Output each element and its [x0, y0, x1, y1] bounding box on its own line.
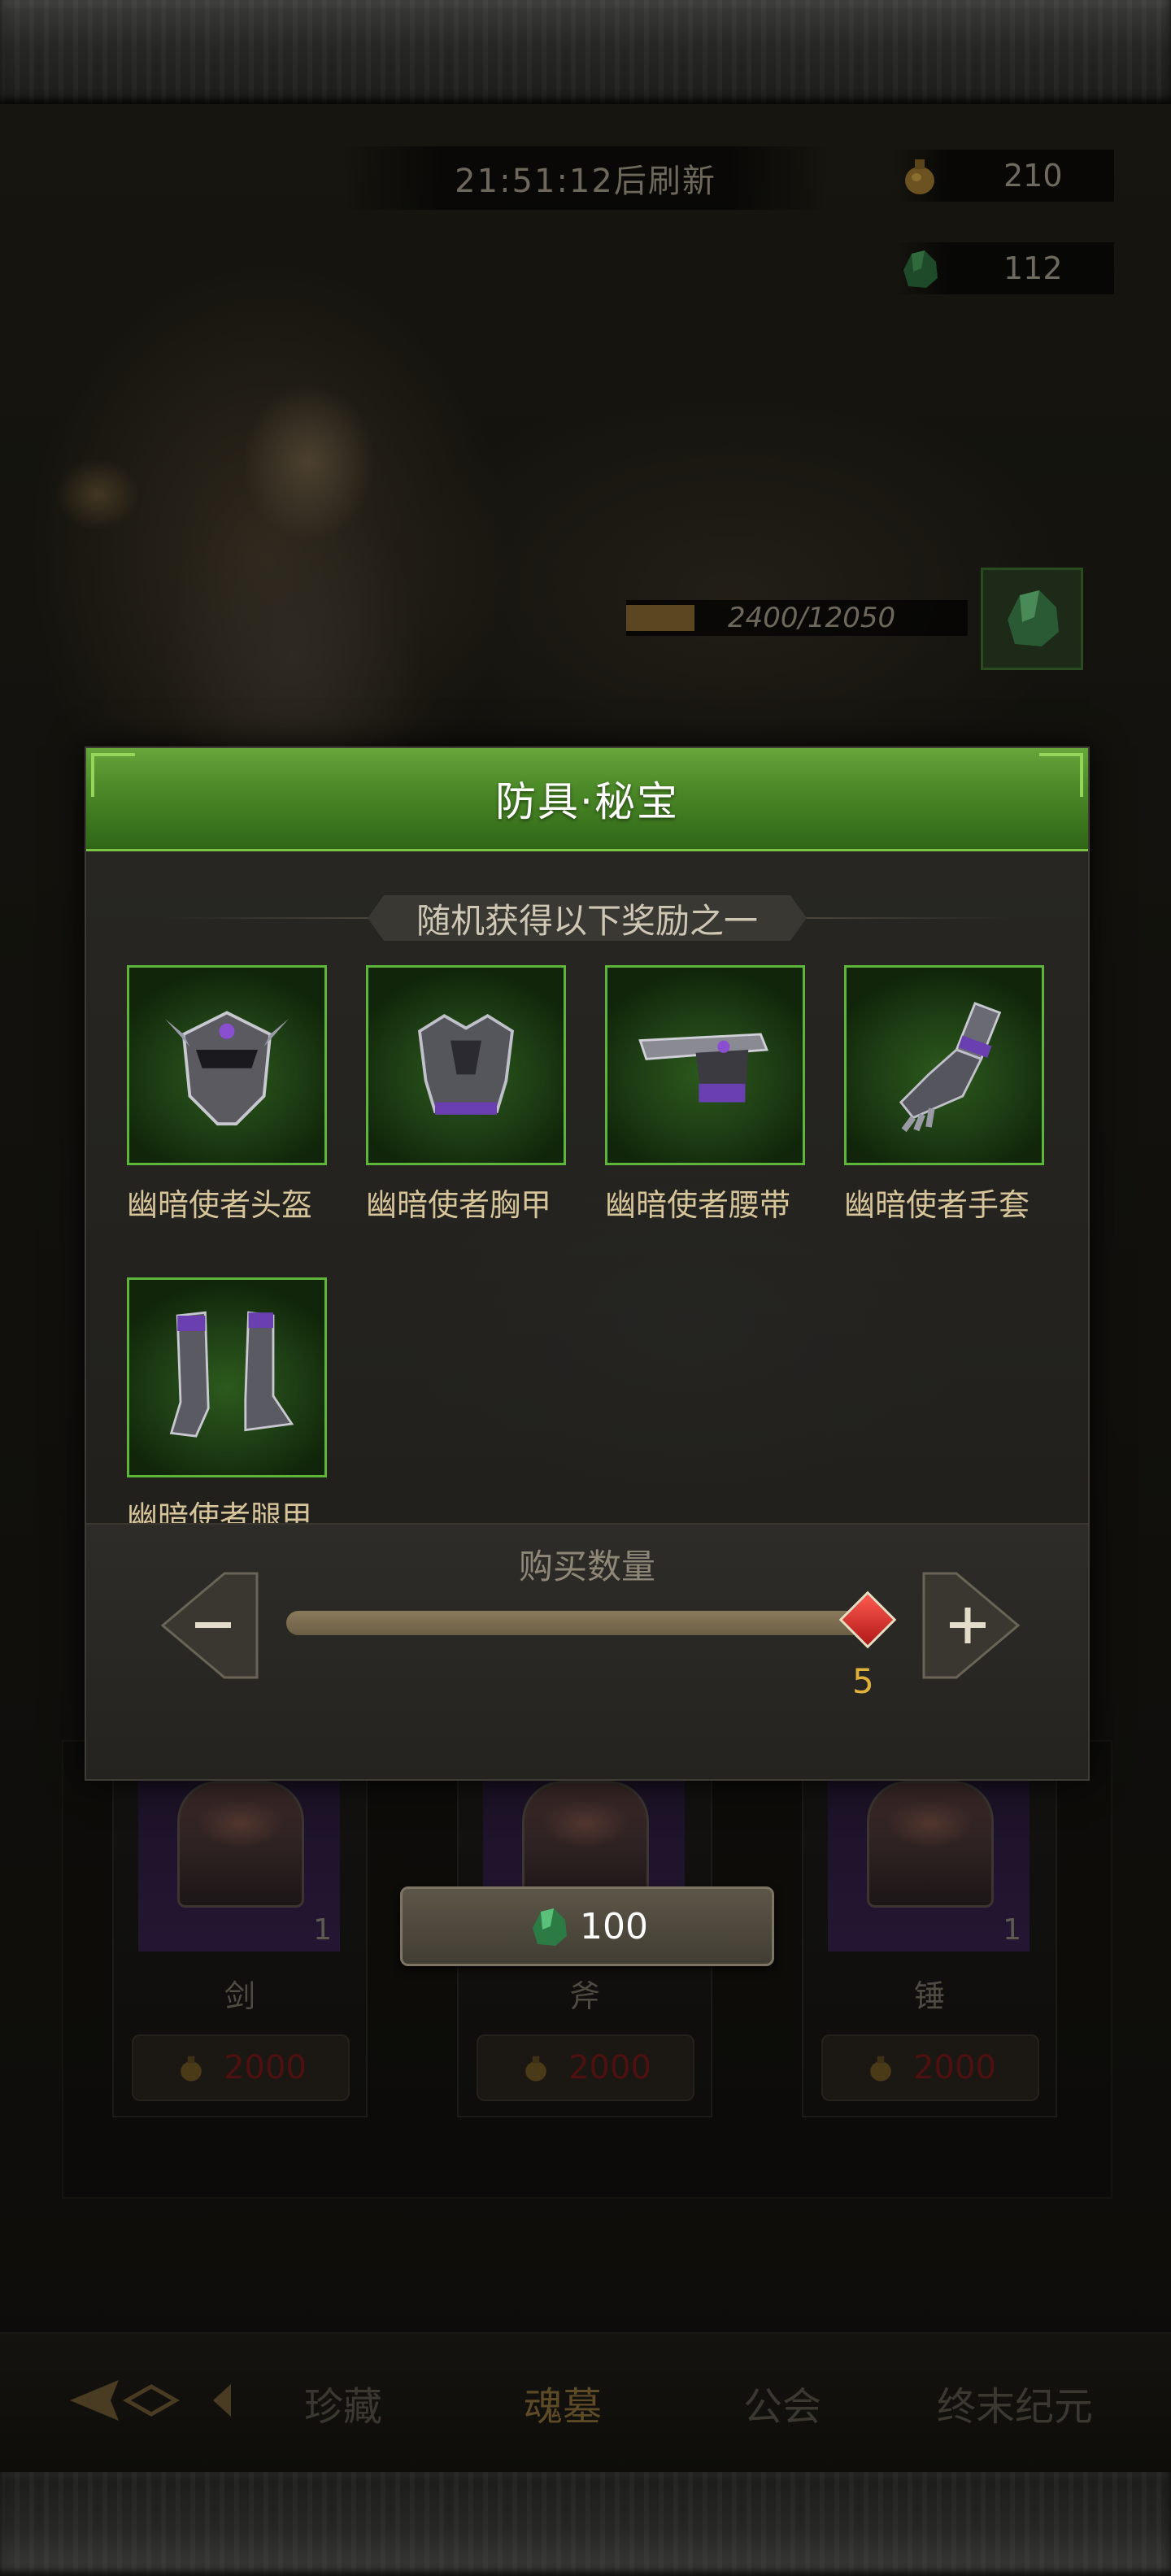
dialog-body: 随机获得以下奖励之一 幽暗使者头盔 幽暗使者胸甲 幽暗使者腰带 幽暗使者手套 幽…: [86, 851, 1088, 1535]
reward-tile: [844, 965, 1044, 1165]
green-crystal-icon: [895, 243, 945, 294]
buy-cost-value: 100: [580, 1905, 648, 1947]
reward-label: 幽暗使者胸甲: [366, 1187, 552, 1223]
buy-button[interactable]: 100: [400, 1886, 774, 1966]
shop-card-hammer[interactable]: 1 锤 2000: [802, 1756, 1057, 2117]
gold-flask-icon: [870, 2056, 891, 2082]
reward-dialog: 防具·秘宝 随机获得以下奖励之一 幽暗使者头盔 幽暗使者胸甲 幽暗使者腰带 幽暗…: [85, 746, 1090, 1781]
corner-ornament: [1039, 753, 1083, 797]
reward-item-helmet[interactable]: 幽暗使者头盔: [127, 965, 327, 1225]
green-crystal-icon: [998, 583, 1066, 655]
tab-soul-tomb[interactable]: 魂墓: [524, 2374, 602, 2431]
minus-icon: [160, 1572, 259, 1679]
dialog-header: 防具·秘宝: [86, 748, 1088, 851]
tab-collection[interactable]: 珍藏: [304, 2374, 382, 2431]
divider: [803, 917, 1015, 919]
bottom-nav: 珍藏 魂墓 公会 终末纪元: [0, 2332, 1171, 2472]
currency-crystal: 112: [895, 242, 1114, 294]
shop-card-qty: 1: [1003, 1913, 1021, 1947]
green-crystal-icon: [533, 1908, 567, 1946]
progress-text: 2400/12050: [728, 602, 896, 634]
currency-crystal-value: 112: [1003, 250, 1063, 286]
shop-card-name: 剑: [224, 1978, 255, 2014]
shop-card-image: 1: [828, 1774, 1030, 1952]
reward-tile: [366, 965, 566, 1165]
reward-label: 幽暗使者头盔: [127, 1187, 313, 1223]
reward-item-belt[interactable]: 幽暗使者腰带: [605, 965, 805, 1225]
reward-tile: [127, 1277, 327, 1477]
chest-icon: [177, 1781, 304, 1908]
quantity-section: 购买数量 5: [86, 1523, 1088, 1779]
progress-reward-button[interactable]: [981, 568, 1083, 670]
progress-bar: 2400/12050: [626, 600, 968, 636]
reward-item-chest[interactable]: 幽暗使者胸甲: [366, 965, 566, 1225]
tab-guild[interactable]: 公会: [743, 2374, 821, 2431]
tab-final-era[interactable]: 终末纪元: [937, 2374, 1093, 2431]
shop-card-price[interactable]: 2000: [821, 2034, 1039, 2101]
dialog-title: 防具·秘宝: [495, 778, 679, 825]
reward-tile: [605, 965, 805, 1165]
belt-icon: [638, 1033, 769, 1103]
increase-button[interactable]: [899, 1569, 1021, 1682]
shop-card-qty: 1: [313, 1913, 332, 1947]
reward-tile: [127, 965, 327, 1165]
shop-card-price[interactable]: 2000: [477, 2034, 694, 2101]
corner-ornament: [91, 753, 135, 797]
greaves-icon: [169, 1311, 294, 1438]
helmet-icon: [165, 1011, 289, 1126]
gold-flask-icon: [181, 2056, 202, 2082]
nav-back-button[interactable]: [46, 2352, 200, 2449]
gold-flask-icon: [895, 150, 945, 201]
dialog-subtitle: 随机获得以下奖励之一: [368, 895, 807, 941]
shop-card-sword[interactable]: 1 剑 2000: [112, 1756, 368, 2117]
shop-card-price-value: 2000: [913, 2049, 996, 2086]
shop-card-name: 锤: [913, 1978, 945, 2014]
gold-flask-icon: [525, 2056, 546, 2082]
quantity-value: 5: [852, 1661, 874, 1701]
shop-card-image: 1: [138, 1774, 340, 1952]
plus-icon: [922, 1572, 1021, 1679]
gauntlet-icon: [899, 1002, 1002, 1133]
decrease-button[interactable]: [159, 1569, 281, 1682]
slider-fill: [286, 1611, 872, 1635]
divider: [159, 917, 371, 919]
reward-label: 幽暗使者腰带: [605, 1187, 791, 1223]
subtitle-row: 随机获得以下奖励之一: [159, 892, 1015, 944]
top-frame: [0, 0, 1171, 104]
bottom-frame: [0, 2472, 1171, 2576]
reward-label: 幽暗使者手套: [844, 1187, 1030, 1223]
shop-card-price-value: 2000: [568, 2049, 651, 2086]
shop-card-price[interactable]: 2000: [132, 2034, 350, 2101]
quantity-slider[interactable]: [286, 1611, 872, 1635]
reward-item-greaves[interactable]: 幽暗使者腿甲: [127, 1277, 327, 1537]
shop-card-price-value: 2000: [224, 2049, 307, 2086]
chest-icon: [867, 1781, 994, 1908]
arrow-left-icon: [70, 2380, 181, 2421]
shop-card-name: 斧: [568, 1978, 600, 2014]
chevron-left-icon: [213, 2384, 231, 2417]
progress-fill: [626, 605, 694, 631]
currency-gold-value: 210: [1003, 158, 1063, 194]
chest-armor-icon: [417, 1013, 515, 1115]
slider-handle[interactable]: [838, 1590, 897, 1649]
currency-gold: 210: [895, 150, 1114, 202]
refresh-timer: 21:51:12后刷新: [342, 146, 829, 210]
reward-item-gauntlet[interactable]: 幽暗使者手套: [844, 965, 1044, 1225]
